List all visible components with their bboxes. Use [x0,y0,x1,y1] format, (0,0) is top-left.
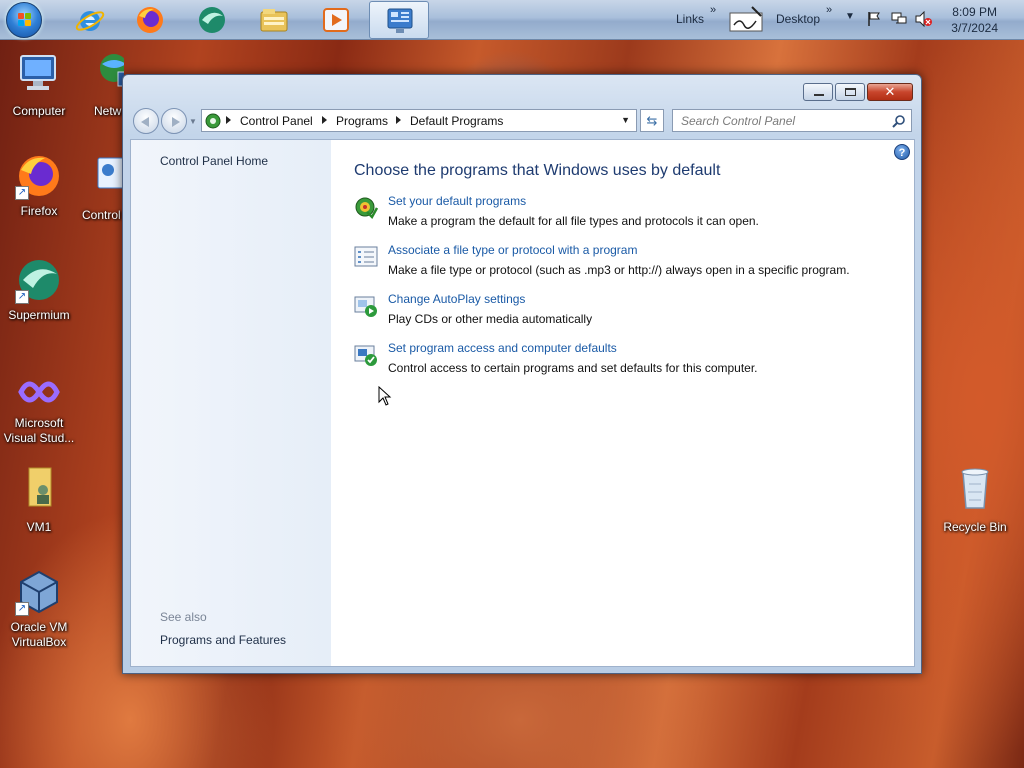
desktop-icon-control-panel[interactable]: Control [78,152,124,223]
control-panel-icon [97,157,124,189]
control-panel-small-icon [205,113,221,129]
desktop-icon-label: Supermium [8,308,70,322]
see-also-label: See also [160,610,207,624]
taskbar-control-panel-button[interactable] [369,1,429,39]
links-toolbar-label[interactable]: Links [676,12,704,26]
links-chevron-icon[interactable]: » [710,4,716,16]
desktop-icon-supermium[interactable]: ↗ Supermium [0,256,78,323]
search-icon[interactable] [892,114,906,128]
refresh-button[interactable]: ⇆ [640,109,664,132]
user-folder-icon [28,467,52,507]
autoplay-icon [354,296,377,317]
desktop-icon-label: VM1 [26,520,52,534]
file-explorer-icon[interactable] [258,4,290,36]
back-arrow-icon [141,117,149,127]
associate-file-type-desc: Make a file type or protocol (such as .m… [388,263,850,277]
shortcut-arrow-icon: ↗ [15,602,29,616]
desktop-icon-visual-studio[interactable]: Microsoft Visual Stud... [0,372,78,446]
windows-logo-icon [18,13,32,27]
recycle-bin-icon [961,468,989,509]
navigation-bar: ▼ Control Panel Programs Default Program… [131,108,915,134]
clock-time: 8:09 PM [952,5,997,19]
set-default-programs-desc: Make a program the default for all file … [388,214,759,228]
breadcrumb-default-programs[interactable]: Default Programs [410,114,503,128]
shortcut-arrow-icon: ↗ [15,290,29,304]
desktop-icon-label: Firefox [20,204,58,218]
desktop-icon-label: Netw [94,104,122,118]
main-pane: ? Choose the programs that Windows uses … [331,140,914,666]
address-bar[interactable]: Control Panel Programs Default Programs … [201,109,637,132]
page-title: Choose the programs that Windows uses by… [354,162,721,179]
clock-date: 3/7/2024 [951,21,998,35]
refresh-icon: ⇆ [646,113,658,128]
desktop-icon-computer[interactable]: Computer [0,48,78,119]
network-globe-icon [100,54,124,87]
control-panel-icon [387,8,413,33]
desktop-chevron-icon[interactable]: » [826,4,832,16]
clock[interactable]: 8:09 PM 3/7/2024 [951,4,998,36]
back-button[interactable] [133,108,159,134]
breadcrumb-separator-icon[interactable] [322,116,327,124]
action-center-flag-icon[interactable] [866,11,882,27]
forward-arrow-icon [172,117,180,127]
autoplay-desc: Play CDs or other media automatically [388,312,593,326]
forward-button[interactable] [161,108,187,134]
network-icon[interactable] [890,11,908,27]
program-access-icon [354,345,377,366]
minimize-button[interactable] [803,83,833,101]
default-programs-icon [355,197,378,220]
control-panel-home-link[interactable]: Control Panel Home [160,154,268,168]
desktop-icon-label: Control [82,208,121,222]
set-default-programs-link[interactable]: Set your default programs [388,194,526,208]
close-icon: ✕ [884,84,896,99]
file-association-icon [354,246,378,267]
tray-expand-icon[interactable]: ▼ [845,11,855,22]
internet-explorer-icon[interactable] [74,4,106,36]
help-icon: ? [898,147,906,159]
program-access-link[interactable]: Set program access and computer defaults [388,341,617,355]
desktop-icon-label: Recycle Bin [943,520,1007,534]
associate-file-type-link[interactable]: Associate a file type or protocol with a… [388,243,637,257]
breadcrumb-programs[interactable]: Programs [336,114,388,128]
maximize-button[interactable] [835,83,865,101]
firefox-icon[interactable] [134,4,166,36]
desktop-toolbar-label[interactable]: Desktop [776,12,820,26]
shortcut-arrow-icon: ↗ [15,186,29,200]
recent-pages-icon[interactable]: ▼ [189,117,197,126]
mouse-pointer-icon [378,386,392,406]
control-panel-window: ✕ ▼ Control Panel Programs Default Progr… [122,74,922,674]
breadcrumb-separator-icon[interactable] [226,116,231,124]
maximize-icon [845,88,856,96]
help-button[interactable]: ? [894,144,910,160]
breadcrumb-control-panel[interactable]: Control Panel [240,114,313,128]
autoplay-link[interactable]: Change AutoPlay settings [388,292,525,306]
desktop-icon-label: Computer [12,104,66,118]
search-input[interactable] [679,111,889,131]
desktop-icon-recycle-bin[interactable]: Recycle Bin [936,464,1014,535]
signature-tool-icon[interactable] [728,5,764,35]
desktop-icon-label: Oracle VM VirtualBox [10,620,68,649]
media-player-icon[interactable] [320,4,352,36]
desktop-icon-firefox[interactable]: ↗ Firefox [0,152,78,219]
desktop-icon-vm1[interactable]: VM1 [0,464,78,535]
address-dropdown-icon[interactable]: ▼ [621,115,630,125]
taskbar: Links » Desktop » ▼ 8:09 PM 3/7/2024 [0,0,1024,40]
volume-muted-icon[interactable] [914,11,932,27]
desktop-icon-virtualbox[interactable]: ↗ Oracle VM VirtualBox [0,568,78,650]
programs-and-features-link[interactable]: Programs and Features [160,633,286,647]
program-access-desc: Control access to certain programs and s… [388,361,758,375]
close-button[interactable]: ✕ [867,83,913,101]
breadcrumb-separator-icon[interactable] [396,116,401,124]
window-caption-buttons: ✕ [801,83,913,102]
desktop-icon-label: Microsoft Visual Stud... [3,416,75,445]
computer-icon [20,55,56,90]
start-button[interactable] [6,2,42,38]
supermium-icon[interactable] [196,4,228,36]
content-area: Control Panel Home See also Programs and… [130,139,915,667]
desktop-icon-network[interactable]: Netw [78,48,124,119]
visual-studio-icon [18,381,60,403]
search-box[interactable] [672,109,912,132]
left-navigation-pane: Control Panel Home See also Programs and… [131,140,331,666]
minimize-icon [814,94,824,96]
